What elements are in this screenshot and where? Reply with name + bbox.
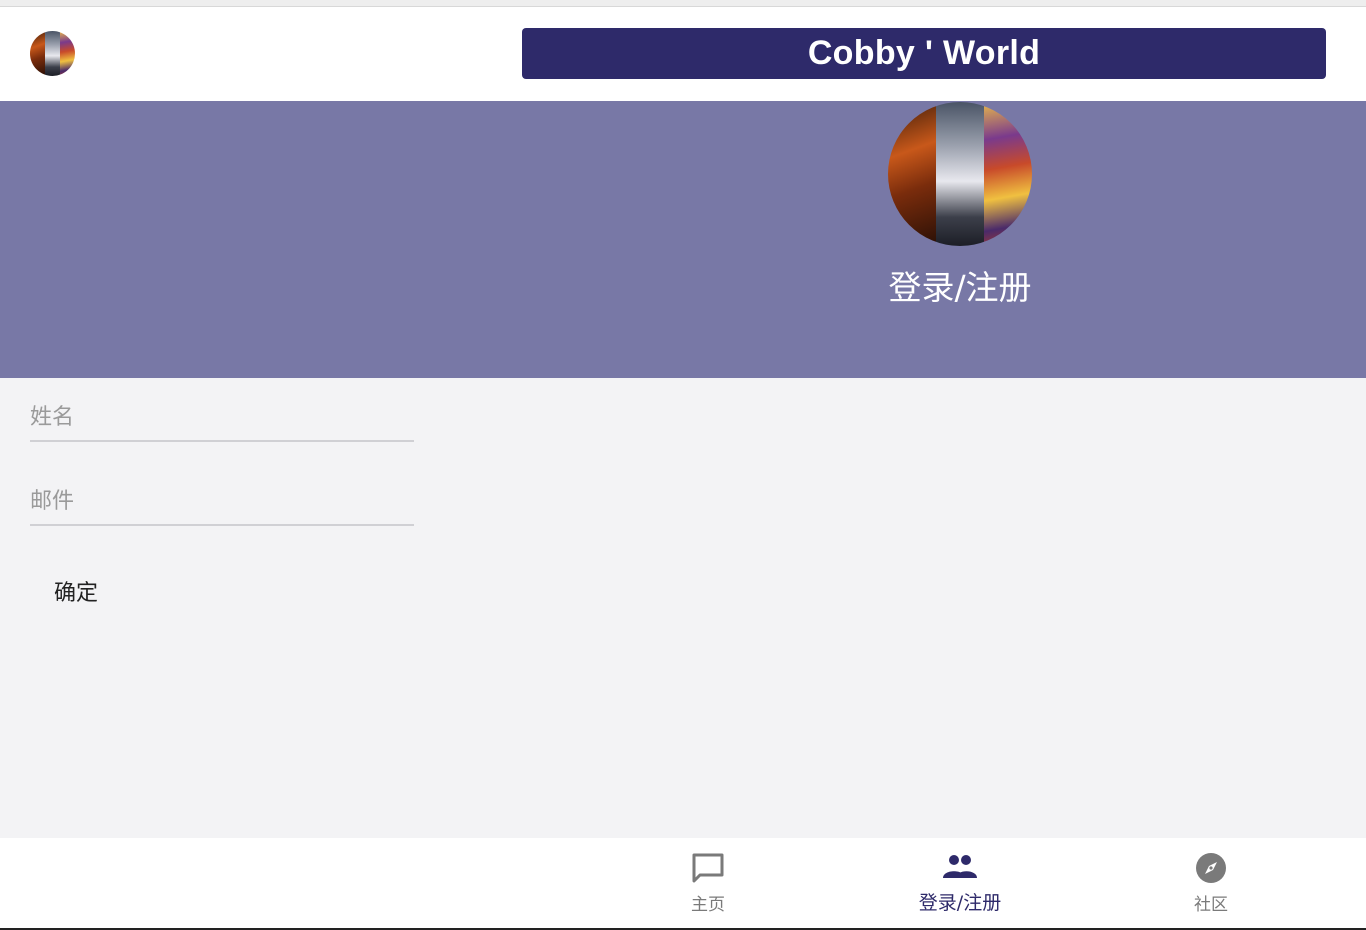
nav-item-label: 社区 (1194, 895, 1228, 915)
people-icon (942, 852, 978, 882)
nav-item-login-register[interactable]: 登录/注册 (890, 852, 1030, 918)
nav-item-label: 主页 (691, 895, 725, 915)
bottom-navigation: 主页 登录/注册 社区 (0, 838, 1366, 930)
login-register-label[interactable]: 登录/注册 (860, 261, 1060, 309)
profile-avatar[interactable] (888, 102, 1032, 246)
avatar-image (30, 31, 75, 76)
app-header: Cobby ' World (0, 7, 1366, 101)
header-avatar[interactable] (30, 31, 75, 76)
name-field-wrapper (30, 378, 414, 442)
nav-item-community[interactable]: 社区 (1141, 852, 1281, 918)
app-title: Cobby ' World (522, 28, 1326, 79)
confirm-button[interactable]: 确定 (30, 570, 126, 612)
compass-icon (1195, 852, 1227, 884)
browser-top-strip (0, 0, 1366, 7)
email-input[interactable] (30, 484, 414, 518)
avatar-image (888, 102, 1032, 246)
profile-banner: 登录/注册 (0, 101, 1366, 378)
user-form (30, 378, 414, 526)
name-input[interactable] (30, 400, 414, 434)
chat-bubble-icon (691, 852, 725, 884)
nav-item-label: 登录/注册 (918, 892, 1002, 914)
email-field-wrapper (30, 462, 414, 526)
nav-item-home[interactable]: 主页 (638, 852, 778, 918)
